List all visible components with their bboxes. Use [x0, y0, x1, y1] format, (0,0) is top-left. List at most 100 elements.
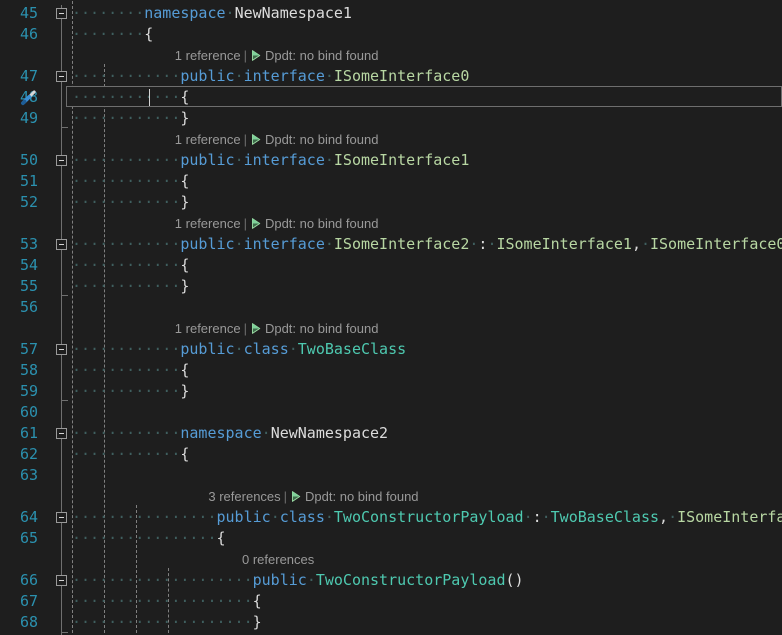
code-line-57[interactable]: ············public·class·TwoBaseClass: [72, 339, 406, 360]
screwdriver-icon[interactable]: [20, 89, 38, 107]
whitespace-dot: ·: [234, 235, 244, 253]
code-line-46[interactable]: ········{: [72, 24, 153, 45]
collapse-toggle-line-57[interactable]: [56, 344, 67, 355]
whitespace-dots: ················: [72, 508, 217, 526]
token-iface: ISomeInterface0: [650, 235, 782, 253]
code-line-68[interactable]: ····················}: [72, 612, 262, 633]
code-line-49[interactable]: ············}: [72, 108, 189, 129]
codelens-references-link[interactable]: 3 references: [208, 489, 280, 504]
token-punct: (): [505, 571, 524, 589]
code-line-47[interactable]: ············public·interface·ISomeInterf…: [72, 66, 469, 87]
token-kw: namespace: [144, 4, 226, 22]
whitespace-dots: ············: [72, 445, 181, 463]
codelens-dpdt-status[interactable]: Dpdt: no bind found: [265, 132, 378, 147]
dpdt-arrow-icon[interactable]: [250, 47, 263, 61]
codelens-dpdt-status[interactable]: Dpdt: no bind found: [265, 48, 378, 63]
line-number: 50: [19, 151, 38, 169]
code-line-58[interactable]: ············{: [72, 360, 189, 381]
code-line-51[interactable]: ············{: [72, 171, 189, 192]
whitespace-dot: ·: [288, 340, 298, 358]
codelens-references-link[interactable]: 0 references: [242, 552, 314, 567]
whitespace-dots: ············: [72, 235, 181, 253]
codelens-line-53[interactable]: 1 reference | Dpdt: no bind found: [175, 213, 379, 234]
token-iface: ISomeInterface1: [333, 151, 470, 169]
dpdt-arrow-icon[interactable]: [250, 215, 263, 229]
token-cls: TwoBaseClass: [297, 340, 407, 358]
codelens-line-64[interactable]: 3 references | Dpdt: no bind found: [208, 486, 418, 507]
codelens-dpdt-status[interactable]: Dpdt: no bind found: [265, 216, 378, 231]
whitespace-dots: ················: [72, 529, 217, 547]
whitespace-dots: ············: [72, 277, 181, 295]
whitespace-dots: ············: [72, 193, 181, 211]
code-line-52[interactable]: ············}: [72, 192, 189, 213]
line-number: 60: [19, 403, 38, 421]
whitespace-dot: ·: [324, 508, 334, 526]
code-line-67[interactable]: ····················{: [72, 591, 262, 612]
code-line-61[interactable]: ············namespace·NewNamespace2: [72, 423, 388, 444]
line-number: 51: [19, 172, 38, 190]
codelens-line-57[interactable]: 1 reference | Dpdt: no bind found: [175, 318, 379, 339]
collapse-toggle-line-47[interactable]: [56, 71, 67, 82]
line-number: 59: [19, 382, 38, 400]
whitespace-dot: ·: [234, 340, 244, 358]
codelens-references-link[interactable]: 1 reference: [175, 216, 241, 231]
collapse-toggle-line-61[interactable]: [56, 428, 67, 439]
codelens-line-66[interactable]: 0 references: [242, 549, 314, 570]
code-line-64[interactable]: ················public·class·TwoConstruc…: [72, 507, 782, 528]
codelens-line-47[interactable]: 1 reference | Dpdt: no bind found: [175, 45, 379, 66]
codelens-references-link[interactable]: 1 reference: [175, 321, 241, 336]
line-number: 66: [19, 571, 38, 589]
code-line-66[interactable]: ····················public·TwoConstructo…: [72, 570, 524, 591]
code-line-59[interactable]: ············}: [72, 381, 189, 402]
collapse-toggle-line-45[interactable]: [56, 8, 67, 19]
token-kw: public: [180, 67, 235, 85]
token-brace: {: [216, 529, 226, 547]
code-line-45[interactable]: ········namespace·NewNamespace1: [72, 3, 352, 24]
token-iface: ISomeInterface2: [333, 235, 470, 253]
code-line-48[interactable]: ············{: [72, 87, 189, 108]
codelens-references-link[interactable]: 1 reference: [175, 48, 241, 63]
code-line-50[interactable]: ············public·interface·ISomeInterf…: [72, 150, 469, 171]
token-brace: {: [144, 25, 154, 43]
collapse-toggle-line-64[interactable]: [56, 512, 67, 523]
codelens-dpdt-status[interactable]: Dpdt: no bind found: [305, 489, 418, 504]
dpdt-arrow-icon[interactable]: [250, 320, 263, 334]
collapse-toggle-line-50[interactable]: [56, 155, 67, 166]
line-number: 55: [19, 277, 38, 295]
codelens-separator: |: [243, 132, 247, 147]
token-kw: public: [252, 571, 307, 589]
token-kw: public: [180, 340, 235, 358]
token-punct: ,: [631, 235, 641, 253]
line-number: 56: [19, 298, 38, 316]
token-punct: ,: [659, 508, 669, 526]
line-number: 64: [19, 508, 38, 526]
code-line-53[interactable]: ············public·interface·ISomeInterf…: [72, 234, 782, 255]
collapse-toggle-line-53[interactable]: [56, 239, 67, 250]
collapse-toggle-line-66[interactable]: [56, 575, 67, 586]
code-line-55[interactable]: ············}: [72, 276, 189, 297]
line-number: 52: [19, 193, 38, 211]
whitespace-dots: ············: [72, 340, 181, 358]
whitespace-dots: ············: [72, 256, 181, 274]
whitespace-dot: ·: [234, 151, 244, 169]
codelens-line-50[interactable]: 1 reference | Dpdt: no bind found: [175, 129, 379, 150]
code-line-54[interactable]: ············{: [72, 255, 189, 276]
line-number: 62: [19, 445, 38, 463]
token-brace: }: [180, 277, 190, 295]
code-line-65[interactable]: ················{: [72, 528, 226, 549]
code-line-62[interactable]: ············{: [72, 444, 189, 465]
token-plain: NewNamespace2: [270, 424, 389, 442]
codelens-separator: |: [243, 321, 247, 336]
whitespace-dots: ····················: [72, 592, 253, 610]
codelens-dpdt-status[interactable]: Dpdt: no bind found: [265, 321, 378, 336]
token-kw: class: [243, 340, 289, 358]
dpdt-arrow-icon[interactable]: [290, 488, 303, 502]
dpdt-arrow-icon[interactable]: [250, 131, 263, 145]
token-kw: interface: [243, 235, 325, 253]
codelens-references-link[interactable]: 1 reference: [175, 132, 241, 147]
token-brace: }: [180, 382, 190, 400]
token-brace: }: [180, 193, 190, 211]
token-kw: interface: [243, 67, 325, 85]
whitespace-dots: ············: [72, 361, 181, 379]
code-editor-surface[interactable]: 45 ········namespace·NewNamespace1 46 ·····…: [0, 0, 782, 635]
